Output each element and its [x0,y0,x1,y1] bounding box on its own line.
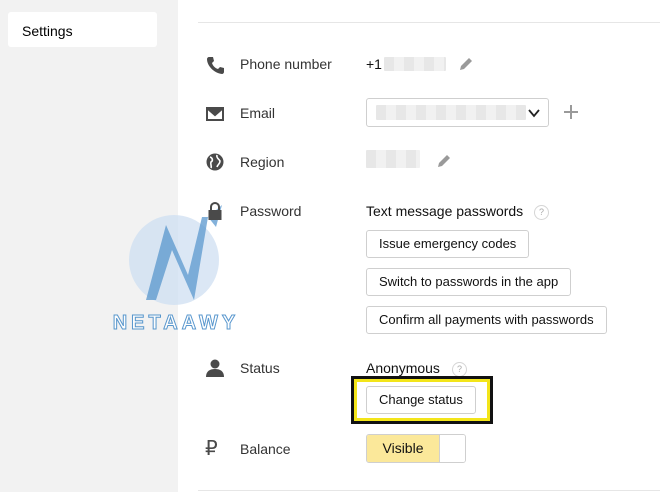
phone-prefix: +1 [366,56,382,72]
email-value-redacted [376,105,526,120]
issue-emergency-codes-button[interactable]: Issue emergency codes [366,230,530,258]
email-select[interactable] [366,98,549,127]
balance-label: Balance [240,441,291,457]
sidebar-item-settings[interactable]: Settings [8,12,157,47]
user-icon [206,359,224,377]
status-label: Status [240,360,280,376]
lock-icon [208,201,222,220]
status-help-icon[interactable]: ? [452,362,467,377]
change-status-button[interactable]: Change status [366,386,476,414]
phone-label: Phone number [240,56,332,72]
globe-icon [206,153,224,171]
confirm-payments-button[interactable]: Confirm all payments with passwords [366,306,607,334]
bottom-divider [198,490,660,491]
chevron-down-icon [528,109,540,118]
mail-icon [206,107,224,121]
password-label: Password [240,203,302,219]
ruble-icon: ₽ [205,438,218,460]
email-label: Email [240,105,276,121]
add-email-plus-icon[interactable] [563,104,579,120]
watermark-text: NETAAWY [113,312,240,334]
password-mode-text: Text message passwords [366,203,524,219]
top-divider [198,22,660,23]
edit-phone-pencil-icon[interactable] [458,56,474,72]
netaawy-watermark: NETAAWY [112,205,240,335]
switch-to-app-passwords-button[interactable]: Switch to passwords in the app [366,268,572,296]
password-help-icon[interactable]: ? [534,205,549,220]
region-label: Region [240,154,285,170]
edit-region-pencil-icon[interactable] [436,153,452,169]
balance-visibility-toggle[interactable]: Visible [366,434,466,463]
phone-number-redacted [384,57,446,71]
phone-icon [207,57,224,74]
toggle-knob [439,435,465,462]
region-value-redacted [366,150,420,168]
toggle-visible-label: Visible [367,435,439,462]
status-value: Anonymous [366,360,440,376]
